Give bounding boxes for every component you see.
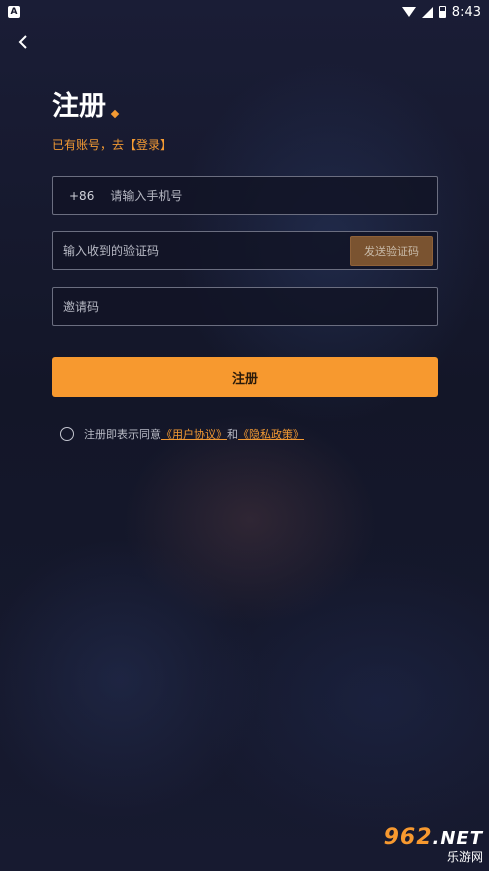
invite-field[interactable] xyxy=(52,287,438,326)
status-time: 8:43 xyxy=(451,4,481,20)
signal-icon xyxy=(421,6,433,18)
site-watermark: 962.NET 乐游网 xyxy=(351,825,483,865)
phone-input[interactable] xyxy=(110,177,437,214)
register-button[interactable]: 注册 xyxy=(52,357,438,397)
login-prompt-text: 已有账号，去 xyxy=(52,138,125,152)
invite-input[interactable] xyxy=(63,288,437,325)
phone-prefix[interactable]: +86 xyxy=(69,189,94,203)
watermark-logo: 962.NET xyxy=(383,824,483,850)
agreement-row: 注册即表示同意 《用户协议》和《隐私政策》 xyxy=(60,426,304,442)
user-agreement-link[interactable]: 《用户协议》 xyxy=(161,426,227,442)
status-bar: A 8:43 xyxy=(0,0,489,24)
login-prompt: 已有账号，去【登录】 xyxy=(52,136,172,153)
privacy-policy-link[interactable]: 《隐私政策》 xyxy=(238,426,304,442)
app-notification-icon: A xyxy=(8,6,20,18)
page-title: 注册 xyxy=(52,84,120,123)
diamond-icon xyxy=(110,109,120,119)
agree-radio[interactable] xyxy=(60,427,74,441)
code-field[interactable]: 发送验证码 xyxy=(52,231,438,270)
watermark-brand: 962 xyxy=(383,824,433,850)
back-button[interactable] xyxy=(14,32,34,52)
login-link[interactable]: 【登录】 xyxy=(124,138,172,152)
chevron-left-icon xyxy=(18,35,27,49)
watermark-site: 乐游网 xyxy=(446,849,483,864)
battery-icon xyxy=(438,6,446,18)
page-title-text: 注册 xyxy=(52,91,106,122)
watermark-suffix: .NET xyxy=(432,827,483,849)
send-code-button[interactable]: 发送验证码 xyxy=(350,235,433,266)
agreement-text: 注册即表示同意 xyxy=(84,428,161,441)
code-input[interactable] xyxy=(63,232,350,269)
agreement-conjunction: 和 xyxy=(227,428,238,441)
phone-field[interactable]: +86 xyxy=(52,176,438,215)
wifi-icon xyxy=(401,7,416,17)
